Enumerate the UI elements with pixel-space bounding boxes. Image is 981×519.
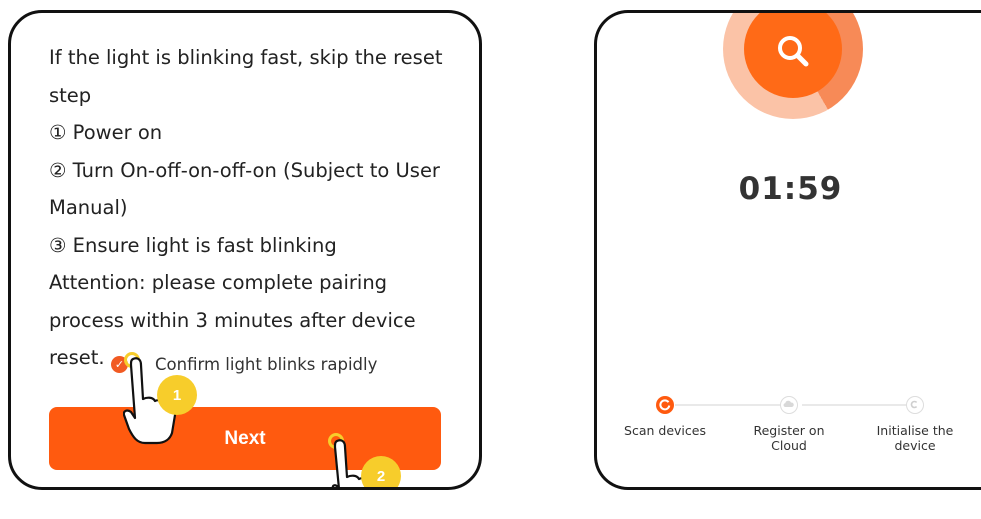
step-initialise-indicator xyxy=(906,396,924,414)
search-icon xyxy=(778,36,809,67)
step-scan-indicator xyxy=(656,396,674,414)
confirm-checkbox-label[interactable]: Confirm light blinks rapidly xyxy=(155,355,377,374)
step-scan-label: Scan devices xyxy=(624,423,706,438)
instructions-text: If the light is blinking fast, skip the … xyxy=(49,39,449,377)
countdown-timer: 01:59 xyxy=(738,171,843,207)
step-initialise-label: Initialise the device xyxy=(876,423,954,453)
steps-connector xyxy=(675,404,790,406)
instruction-intro: If the light is blinking fast, skip the … xyxy=(49,46,443,107)
copyright-icon xyxy=(910,400,918,409)
refresh-icon xyxy=(659,399,671,411)
step-cloud-label: Register on Cloud xyxy=(753,423,825,453)
instruction-step-2: ② Turn On-off-on-off-on (Subject to User… xyxy=(49,158,440,220)
cloud-icon xyxy=(783,400,794,407)
steps-connector xyxy=(802,404,910,406)
instruction-step-3: ③ Ensure light is fast blinking xyxy=(49,233,337,257)
step-cloud-indicator xyxy=(780,396,798,414)
instruction-step-1: ① Power on xyxy=(49,121,163,144)
tap-marker-1: 1 xyxy=(157,375,197,415)
device-scan-screen: 01:59 Scan devices Register on Cloud Ini… xyxy=(594,10,981,490)
pairing-instructions-screen: If the light is blinking fast, skip the … xyxy=(8,10,482,490)
tap-marker-2: 2 xyxy=(361,456,401,487)
